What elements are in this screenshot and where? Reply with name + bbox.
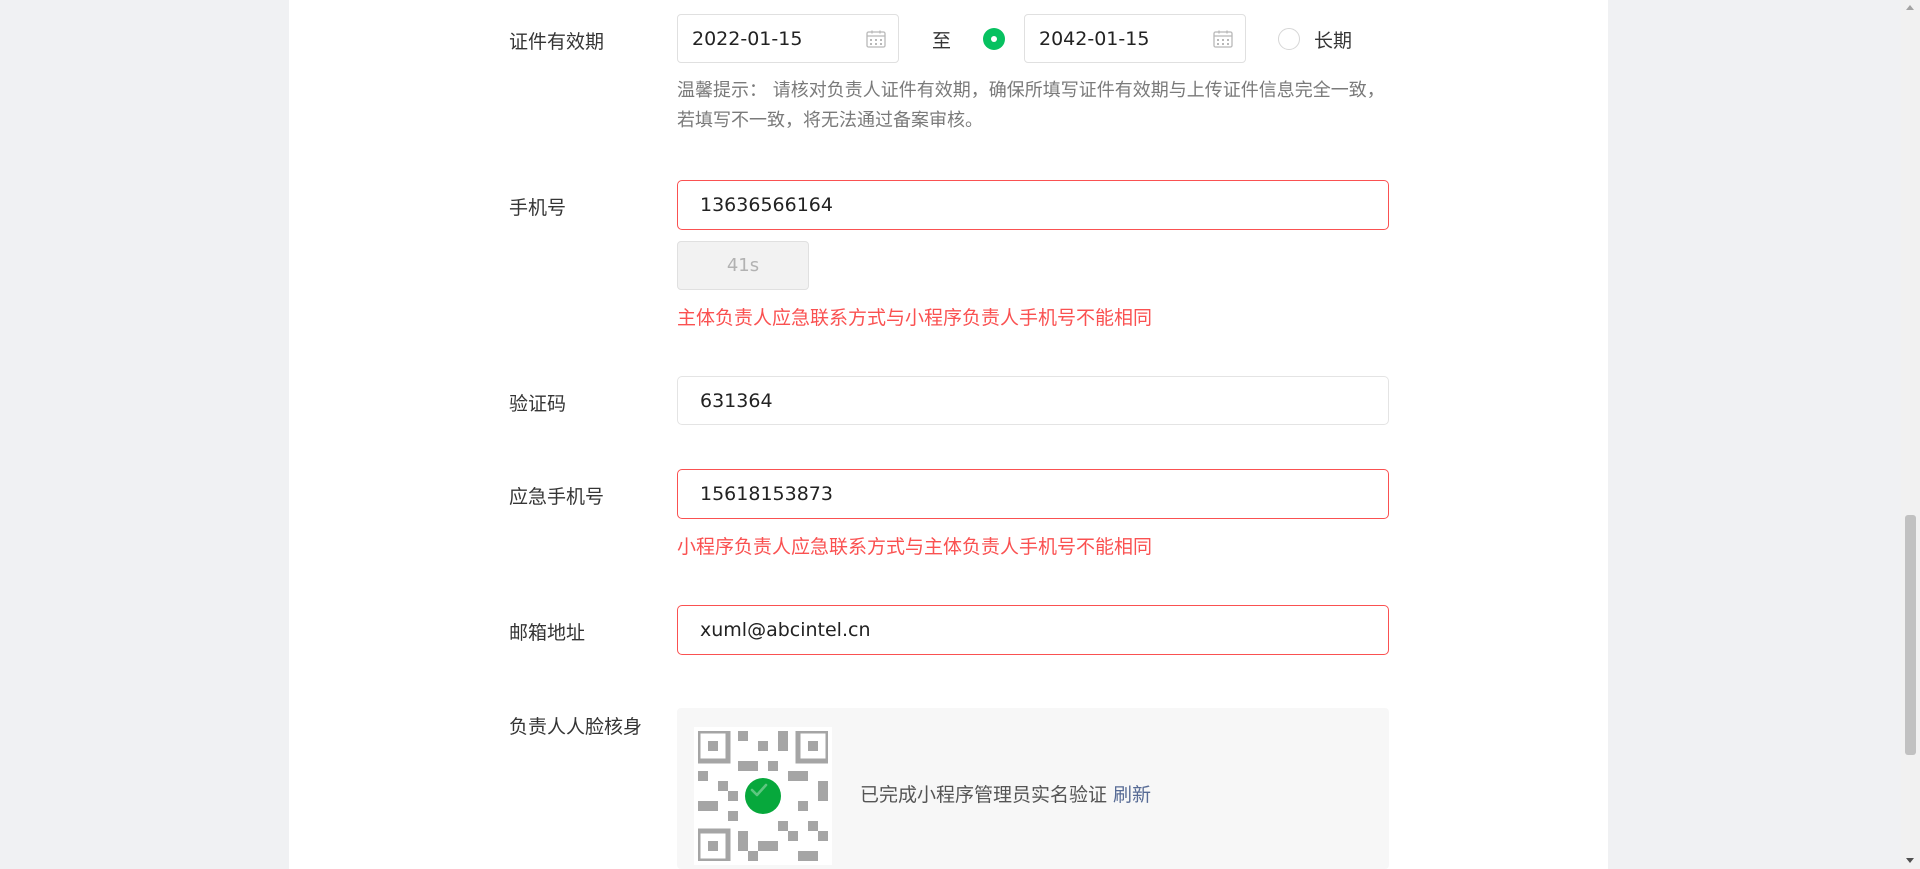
verify-code-input[interactable]: 631364 [677, 376, 1389, 425]
calendar-icon[interactable] [866, 30, 886, 48]
verify-code-label: 验证码 [509, 393, 567, 415]
scrollbar[interactable] [1901, 0, 1920, 869]
long-term-label: 长期 [1314, 30, 1353, 52]
date-range-radio[interactable] [983, 28, 1005, 50]
email-input[interactable]: xuml@abcintel.cn [677, 605, 1389, 655]
emergency-phone-input[interactable]: 15618153873 [677, 469, 1389, 519]
verify-code-value: 631364 [700, 389, 773, 412]
end-date-value: 2042-01-15 [1039, 27, 1150, 50]
scroll-down-icon[interactable] [1906, 858, 1914, 863]
phone-input[interactable]: 13636566164 [677, 180, 1389, 230]
emergency-phone-error: 小程序负责人应急联系方式与主体负责人手机号不能相同 [677, 536, 1153, 558]
face-verify-status-text: 已完成小程序管理员实名验证 [860, 784, 1108, 806]
emergency-phone-value: 15618153873 [700, 483, 833, 505]
end-date-input[interactable]: 2042-01-15 [1024, 14, 1246, 63]
face-verify-status: 已完成小程序管理员实名验证 刷新 [860, 780, 1151, 807]
qr-code [694, 727, 832, 865]
face-verify-box: 已完成小程序管理员实名验证 刷新 [677, 708, 1389, 869]
scroll-up-icon[interactable] [1906, 5, 1914, 10]
date-range-separator: 至 [932, 30, 952, 52]
scrollbar-thumb[interactable] [1905, 515, 1916, 755]
face-verify-label: 负责人人脸核身 [509, 716, 643, 738]
check-icon [745, 778, 781, 814]
email-label: 邮箱地址 [509, 622, 586, 644]
send-code-button[interactable]: 41s [677, 241, 809, 290]
emergency-phone-label: 应急手机号 [509, 486, 605, 508]
calendar-icon[interactable] [1213, 30, 1233, 48]
start-date-input[interactable]: 2022-01-15 [677, 14, 899, 63]
refresh-link[interactable]: 刷新 [1113, 784, 1151, 806]
email-value: xuml@abcintel.cn [700, 619, 871, 641]
phone-label: 手机号 [509, 197, 567, 219]
countdown-text: 41s [726, 255, 760, 276]
phone-error: 主体负责人应急联系方式与小程序负责人手机号不能相同 [677, 307, 1153, 329]
validity-hint: 温馨提示： 请核对负责人证件有效期，确保所填写证件有效期与上传证件信息完全一致，… [677, 80, 1385, 131]
long-term-radio[interactable] [1278, 28, 1300, 50]
validity-label: 证件有效期 [509, 31, 605, 53]
start-date-value: 2022-01-15 [692, 27, 803, 50]
phone-value: 13636566164 [700, 194, 833, 216]
